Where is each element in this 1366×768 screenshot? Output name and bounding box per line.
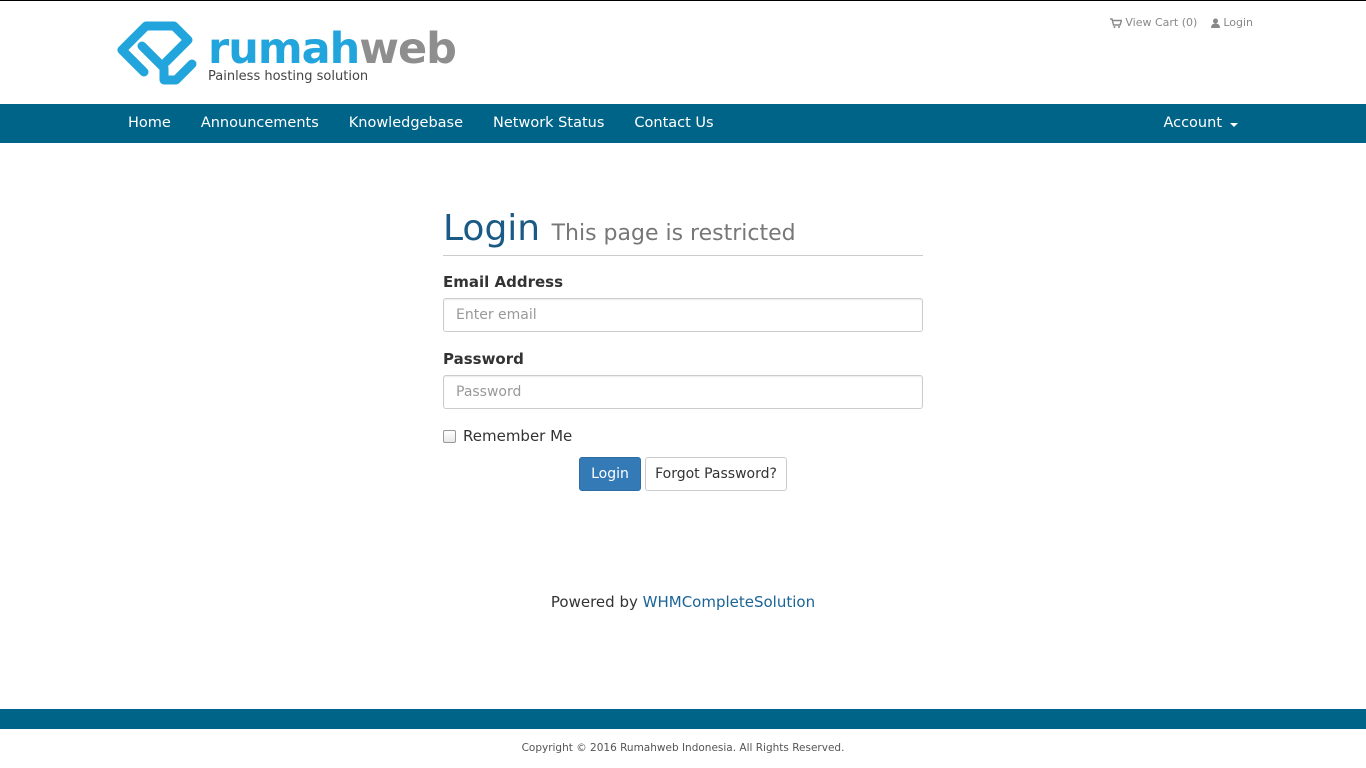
button-row: Login Forgot Password? <box>443 457 923 491</box>
password-label: Password <box>443 350 524 368</box>
powered-by: Powered by WHMCompleteSolution <box>0 593 1366 611</box>
logo-tagline: Painless hosting solution <box>208 69 369 84</box>
nav-item-announcements[interactable]: Announcements <box>186 104 334 143</box>
page-title-text: Login <box>443 208 541 249</box>
logo-mark-icon <box>117 21 197 85</box>
main-navbar: Home Announcements Knowledgebase Network… <box>0 104 1366 143</box>
top-login-label: Login <box>1223 16 1253 29</box>
logo-word-rumah: rumah <box>208 24 360 74</box>
email-field[interactable] <box>443 298 923 332</box>
password-field[interactable] <box>443 375 923 409</box>
page-header: Login This page is restricted <box>443 206 923 256</box>
top-login-link[interactable]: Login <box>1211 16 1253 29</box>
powered-by-prefix: Powered by <box>550 593 638 611</box>
page-subtitle: This page is restricted <box>551 221 796 246</box>
email-label: Email Address <box>443 273 564 291</box>
copyright-text: Copyright © 2016 Rumahweb Indonesia. All… <box>521 742 845 754</box>
remember-me-label[interactable]: Remember Me <box>463 427 572 445</box>
page-title: Login This page is restricted <box>443 206 796 257</box>
nav-item-home[interactable]: Home <box>113 104 186 143</box>
forgot-password-button[interactable]: Forgot Password? <box>645 457 787 491</box>
nav-menu: Home Announcements Knowledgebase Network… <box>113 104 729 143</box>
nav-item-network-status[interactable]: Network Status <box>478 104 619 143</box>
login-button[interactable]: Login <box>579 457 641 491</box>
remember-me-checkbox[interactable] <box>443 429 456 443</box>
nav-item-knowledgebase[interactable]: Knowledgebase <box>334 104 478 143</box>
footer-bar <box>0 709 1366 729</box>
account-dropdown[interactable]: Account <box>1148 104 1253 143</box>
caret-down-icon <box>1230 122 1238 127</box>
logo-wordmark: rumahweb <box>208 24 457 74</box>
login-panel: Login This page is restricted Email Addr… <box>443 206 923 491</box>
view-cart-link[interactable]: View Cart (0) <box>1110 16 1197 29</box>
view-cart-label: View Cart (0) <box>1125 16 1198 29</box>
site-header: rumahweb Painless hosting solution View … <box>0 1 1366 104</box>
top-links: View Cart (0) Login <box>1110 16 1253 29</box>
logo-word-web: web <box>359 24 457 74</box>
nav-item-contact-us[interactable]: Contact Us <box>619 104 728 143</box>
site-logo[interactable]: rumahweb Painless hosting solution <box>116 20 457 90</box>
whmcs-link[interactable]: WHMCompleteSolution <box>643 593 815 611</box>
account-label: Account <box>1163 115 1222 131</box>
user-icon <box>1211 18 1221 28</box>
remember-me-row: Remember Me <box>443 427 572 445</box>
cart-icon <box>1110 17 1123 28</box>
